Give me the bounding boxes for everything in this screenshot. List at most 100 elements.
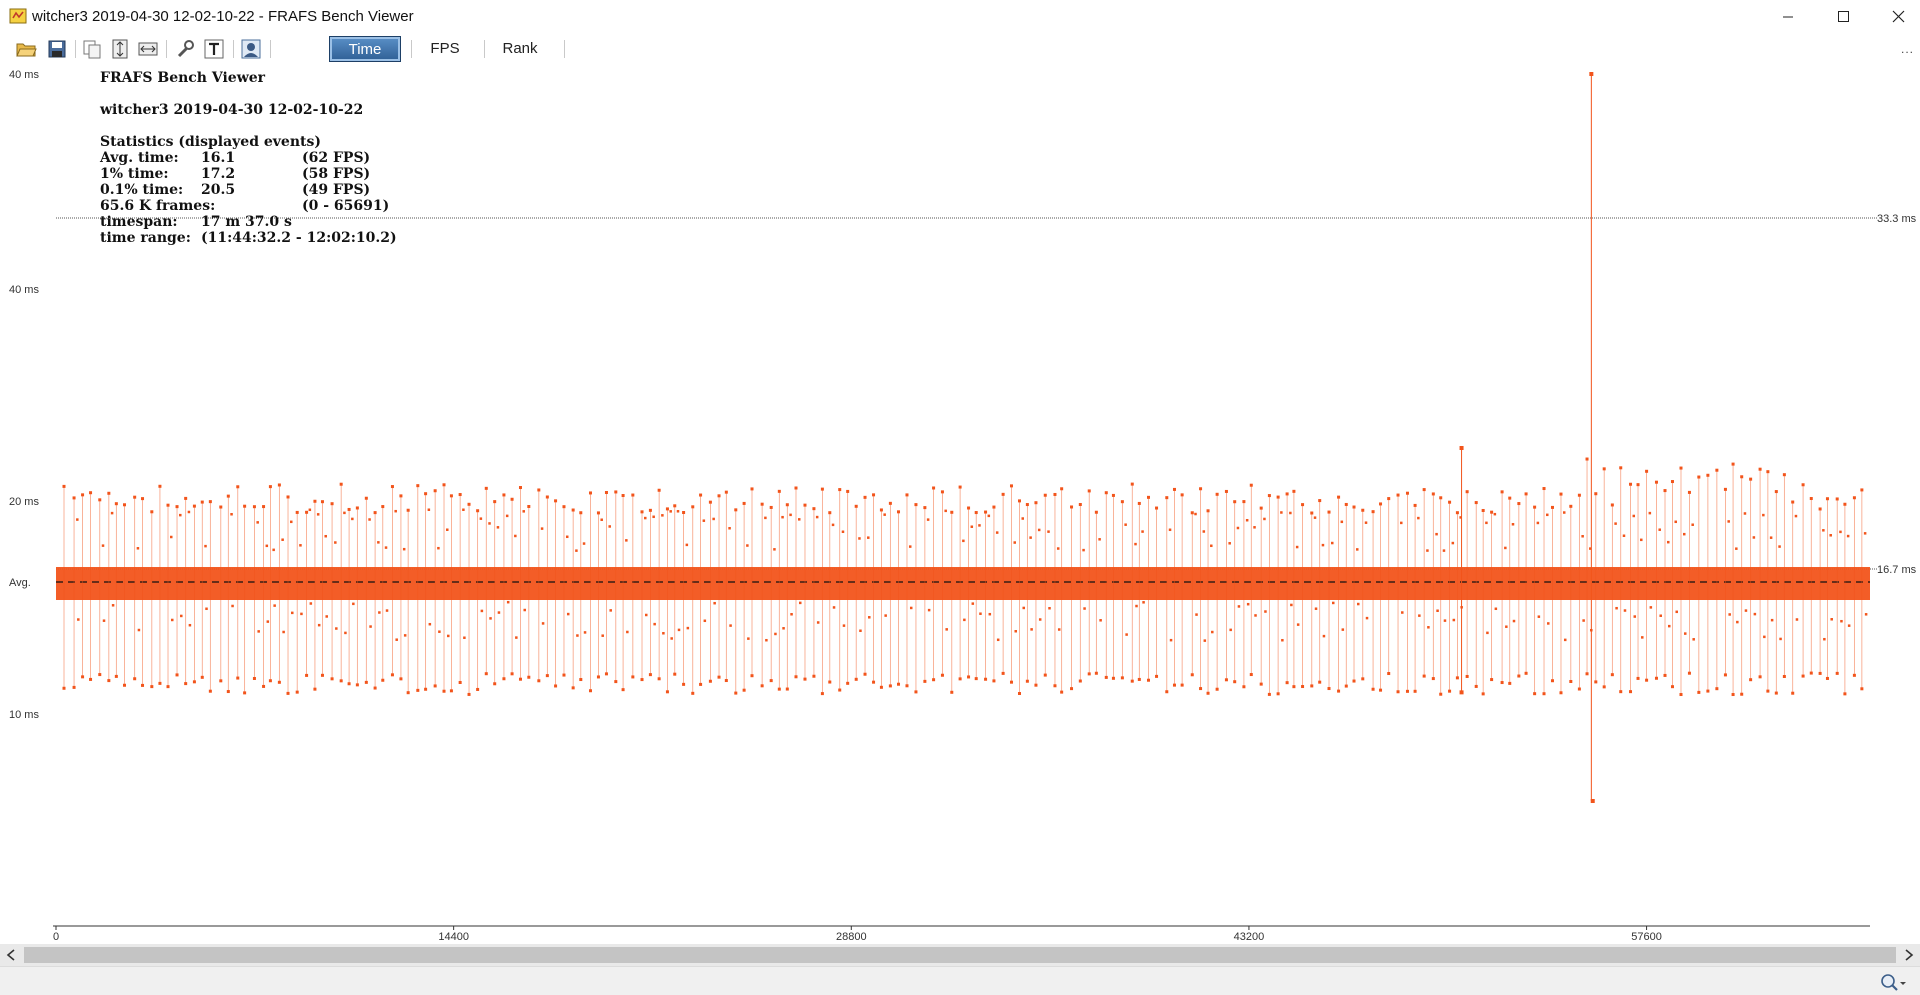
stats-row: timespan: 17 m 37.0 s	[100, 214, 292, 230]
data-point	[888, 684, 892, 688]
fit-vertical-icon[interactable]	[109, 38, 131, 60]
user-profile-icon[interactable]	[240, 38, 262, 60]
text-icon[interactable]	[203, 38, 225, 60]
data-point	[621, 494, 625, 498]
data-point	[1864, 613, 1868, 616]
data-point	[1490, 510, 1494, 514]
close-button[interactable]	[1870, 0, 1920, 34]
data-point	[1753, 612, 1757, 616]
data-point	[932, 486, 936, 490]
data-point	[1206, 691, 1210, 695]
open-folder-icon[interactable]	[15, 38, 37, 60]
data-point	[984, 677, 988, 681]
data-point	[1524, 671, 1528, 675]
data-point	[1021, 517, 1024, 520]
data-point	[1229, 628, 1232, 632]
data-point	[355, 506, 359, 510]
stats-row: 65.6 K frames: (0 - 65691)	[100, 198, 389, 214]
data-point	[403, 634, 407, 637]
data-point	[1632, 514, 1636, 518]
data-point	[657, 677, 661, 681]
data-point	[1263, 517, 1266, 521]
data-point	[682, 682, 686, 686]
data-point	[1550, 505, 1554, 509]
data-point	[846, 489, 850, 493]
data-point	[863, 495, 867, 499]
data-point	[879, 508, 883, 512]
data-point	[1327, 510, 1331, 514]
toolbar-overflow-button[interactable]: ...	[1901, 42, 1914, 56]
data-point	[62, 484, 66, 488]
data-point	[502, 677, 506, 681]
x-tick-label: 0	[53, 931, 59, 943]
data-point	[364, 496, 368, 500]
data-point	[1356, 548, 1359, 551]
data-point	[967, 675, 971, 679]
data-point	[1451, 541, 1455, 545]
data-point	[828, 511, 832, 515]
data-point	[1431, 492, 1435, 496]
maximize-button[interactable]	[1815, 0, 1871, 34]
stats-heading: Statistics (displayed events)	[100, 134, 321, 150]
data-point	[1740, 475, 1744, 479]
data-point	[1401, 611, 1404, 614]
data-point	[334, 541, 337, 544]
data-point	[1295, 545, 1299, 549]
data-point	[927, 608, 931, 612]
x-tick-label: 57600	[1631, 931, 1662, 943]
data-point	[846, 681, 850, 685]
data-point	[1559, 691, 1563, 695]
data-point	[1341, 628, 1345, 631]
data-point	[621, 688, 625, 692]
data-point	[514, 534, 517, 538]
data-point	[373, 686, 377, 690]
save-icon[interactable]	[46, 38, 68, 60]
data-point	[1082, 548, 1085, 552]
data-point	[760, 684, 764, 688]
data-point	[1697, 475, 1701, 479]
data-point	[1439, 692, 1443, 696]
data-point	[1210, 544, 1213, 548]
data-point	[1442, 549, 1446, 552]
data-point	[1249, 673, 1253, 677]
data-point	[107, 491, 111, 495]
data-point	[1670, 685, 1674, 689]
data-point	[1172, 487, 1176, 491]
horizontal-scrollbar[interactable]	[0, 944, 1920, 966]
data-point	[1550, 679, 1554, 683]
minimize-button[interactable]	[1760, 0, 1816, 34]
data-point	[842, 624, 846, 627]
copy-icon[interactable]	[81, 38, 103, 60]
tab-fps[interactable]: FPS	[420, 36, 470, 62]
data-point	[137, 628, 141, 632]
data-point	[888, 501, 892, 505]
scroll-left-icon[interactable]	[0, 944, 22, 966]
data-point	[166, 685, 170, 689]
data-point	[794, 486, 798, 490]
data-point	[571, 508, 575, 512]
data-point	[1134, 542, 1137, 546]
settings-wrench-icon[interactable]	[174, 38, 196, 60]
outlier-point	[1459, 690, 1464, 695]
data-point	[1847, 624, 1851, 627]
data-point	[384, 546, 388, 549]
data-point	[897, 510, 901, 514]
data-point	[1048, 607, 1051, 610]
data-point	[1615, 606, 1618, 610]
zoom-icon[interactable]	[1878, 972, 1908, 992]
data-point	[1667, 540, 1670, 544]
data-point	[1641, 636, 1644, 639]
tab-time[interactable]: Time	[329, 36, 401, 62]
data-point	[81, 675, 85, 679]
reference-line-label: 16.7 ms	[1877, 564, 1917, 576]
tab-rank[interactable]: Rank	[490, 36, 550, 62]
data-point	[1809, 497, 1813, 501]
data-point	[339, 482, 343, 486]
data-point	[1610, 673, 1614, 677]
data-point	[841, 530, 845, 534]
fit-horizontal-icon[interactable]	[137, 38, 159, 60]
data-point	[343, 511, 346, 515]
data-point	[1762, 513, 1765, 517]
scrollbar-thumb[interactable]	[24, 947, 1896, 963]
scroll-right-icon[interactable]	[1898, 944, 1920, 966]
